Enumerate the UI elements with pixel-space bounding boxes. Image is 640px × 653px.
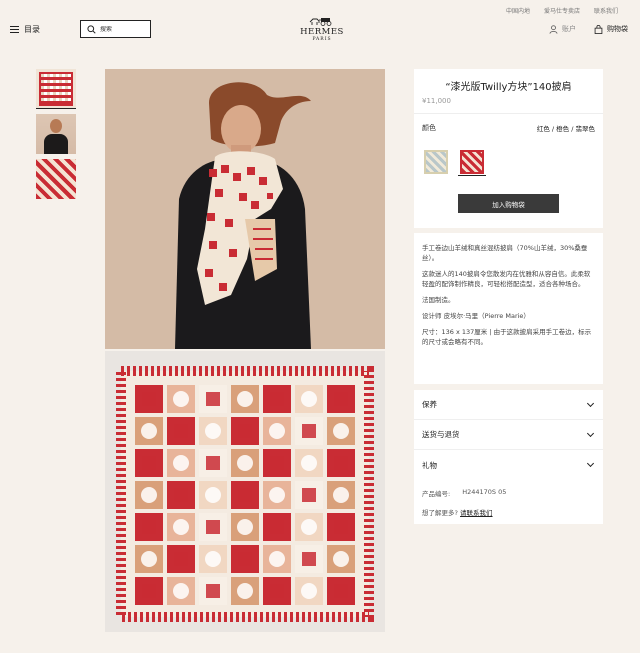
product-image-model [105, 69, 385, 349]
top-link-stores[interactable]: 爱马仕专卖店 [544, 6, 580, 15]
accordion-gift[interactable]: 礼物 [414, 450, 603, 480]
description-material: 手工卷边山羊绒和真丝混纺披肩（70%山羊绒，30%桑蚕丝）。 [422, 244, 588, 262]
description-size: 尺寸：136 x 137厘米 | 由于这款披肩采用手工卷边，标示的尺寸或会略有不… [422, 328, 592, 346]
bag-button[interactable]: 购物袋 [594, 24, 628, 34]
contact-us-link[interactable]: 请联系我们 [460, 509, 493, 517]
chevron-down-icon [586, 459, 595, 468]
product-title: “漆光版Twilly方块”140披肩 [445, 82, 572, 93]
accordion-gift-label: 礼物 [422, 460, 437, 470]
accordion-care-label: 保养 [422, 400, 437, 409]
accordion-shipping[interactable]: 送货与退货 [414, 420, 603, 450]
thumbnail-detail[interactable] [36, 159, 76, 199]
menu-button[interactable]: 目录 [10, 24, 40, 35]
thumbnail-scarf[interactable] [36, 69, 76, 109]
bag-label: 购物袋 [607, 25, 628, 33]
details-panel: 保养 送货与退货 礼物 产品编号: H244170S 05 想了解更多? 请联系… [414, 390, 603, 524]
product-code-label: 产品编号: [422, 490, 451, 498]
description-story: 这款迷人的140披肩令您散发内在优雅和从容自信。此柔软轻盈的配饰制作精良，可轻松… [422, 270, 591, 288]
top-links: 中国内地 爱马仕专卖店 联系我们 [506, 6, 618, 15]
top-link-region[interactable]: 中国内地 [506, 6, 530, 15]
product-info-panel: “漆光版Twilly方块”140披肩 ¥11,000 颜色 红色 / 橙色 / … [414, 69, 603, 228]
accordion-care[interactable]: 保养 [414, 390, 603, 420]
help-line: 想了解更多? 请联系我们 [414, 498, 603, 517]
help-text: 想了解更多? [422, 509, 458, 517]
description-origin: 法国制造。 [422, 296, 455, 304]
product-code: 产品编号: H244170S 05 [414, 480, 603, 498]
user-icon [549, 24, 558, 34]
swatch-option-1[interactable] [422, 148, 450, 176]
thumbnail-list [36, 69, 76, 204]
logo-name: HERMES [300, 27, 344, 37]
account-label: 账户 [562, 25, 576, 33]
logo-city: PARIS [312, 37, 332, 42]
top-link-contact[interactable]: 联系我们 [594, 6, 618, 15]
description-panel: 手工卷边山羊绒和真丝混纺披肩（70%山羊绒，30%桑蚕丝）。 这款迷人的140披… [414, 233, 603, 384]
color-value: 红色 / 橙色 / 翡翠色 [536, 125, 595, 133]
chevron-down-icon [586, 429, 595, 437]
account-button[interactable]: 账户 [549, 24, 576, 34]
thumbnail-model[interactable] [36, 114, 76, 154]
color-label: 颜色 [422, 124, 436, 132]
product-image-scarf [105, 351, 385, 632]
accordion-shipping-label: 送货与退货 [422, 430, 460, 439]
carriage-logo-icon [309, 18, 332, 26]
color-swatches [414, 133, 603, 176]
description-designer: 设计师 皮埃尔·马里（Pierre Marie） [422, 312, 530, 320]
chevron-down-icon [586, 399, 595, 407]
bag-icon [594, 24, 603, 34]
search-icon [87, 24, 96, 34]
hamburger-icon [10, 26, 19, 33]
header: 目录 HERMES PARIS 账户 购物袋 [0, 16, 640, 42]
add-to-bag-button[interactable]: 加入购物袋 [458, 194, 559, 213]
menu-label: 目录 [24, 25, 40, 34]
product-price: ¥11,000 [422, 97, 451, 105]
search-input[interactable] [100, 25, 148, 33]
hermes-logo[interactable]: HERMES PARIS [294, 16, 350, 42]
product-code-value: H244170S 05 [462, 488, 507, 496]
search-box[interactable] [80, 20, 151, 38]
swatch-option-2[interactable] [458, 148, 486, 176]
color-row: 颜色 红色 / 橙色 / 翡翠色 [414, 114, 603, 133]
